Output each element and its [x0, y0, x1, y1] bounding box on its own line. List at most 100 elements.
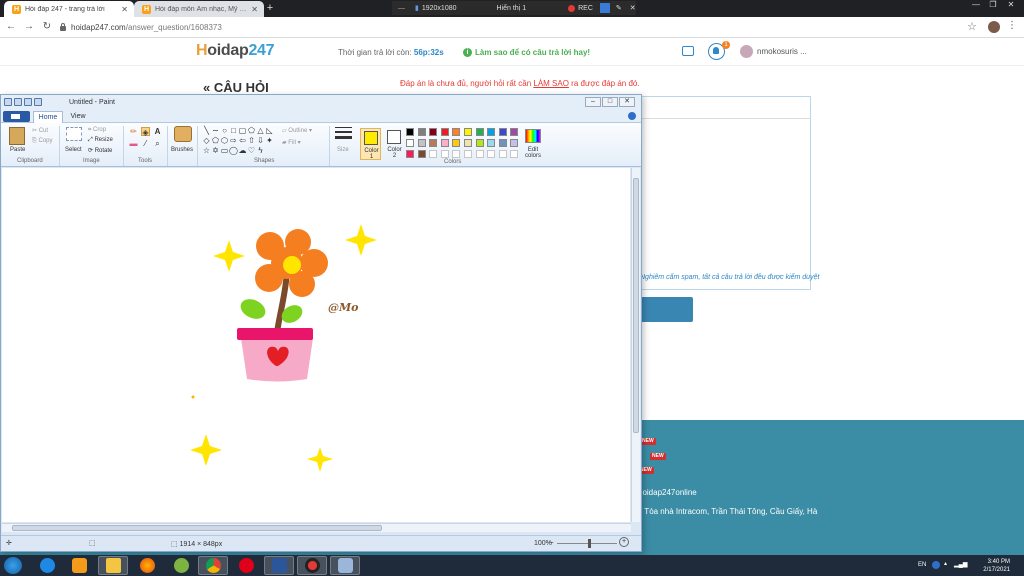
- color-swatch[interactable]: [440, 128, 449, 136]
- color-swatch[interactable]: [498, 139, 507, 147]
- taskbar-internet-explorer[interactable]: [32, 556, 62, 575]
- color-swatch[interactable]: [440, 139, 449, 147]
- five-point-star-icon[interactable]: ☆: [202, 146, 211, 155]
- magnifier-icon[interactable]: ⌕: [153, 139, 162, 148]
- four-point-star-icon[interactable]: ✦: [265, 136, 274, 145]
- fill-bucket-icon[interactable]: ◈: [141, 127, 150, 137]
- redo-icon[interactable]: [34, 98, 42, 106]
- forward-icon[interactable]: →: [22, 20, 36, 34]
- color-swatch[interactable]: [417, 128, 426, 136]
- color-swatch[interactable]: [406, 150, 414, 158]
- zoom-slider[interactable]: [557, 543, 617, 544]
- select-button[interactable]: Select: [65, 147, 82, 153]
- rectangle-shape-icon[interactable]: □: [229, 126, 238, 135]
- rounded-rect-shape-icon[interactable]: ▢: [238, 126, 247, 135]
- color1-selector[interactable]: Color 1: [360, 128, 381, 160]
- diamond-shape-icon[interactable]: ◇: [202, 136, 211, 145]
- zoom-in-icon[interactable]: +: [619, 537, 629, 547]
- color-swatch[interactable]: [498, 128, 507, 136]
- left-arrow-shape-icon[interactable]: ⇦: [238, 136, 247, 145]
- good-answer-tip-link[interactable]: i Làm sao để có câu trả lời hay!: [463, 48, 590, 57]
- brush-icon[interactable]: [174, 126, 192, 142]
- color-swatch[interactable]: [452, 128, 461, 136]
- maximize-icon[interactable]: □: [602, 97, 618, 107]
- size-button[interactable]: Size: [337, 147, 349, 153]
- color-picker-icon[interactable]: ⁄: [141, 139, 150, 148]
- recorder-resolution[interactable]: ▮ 1920x1080: [415, 4, 457, 13]
- network-icon[interactable]: ▂▄▆: [954, 561, 967, 568]
- hexagon-shape-icon[interactable]: ⬡: [220, 136, 229, 145]
- show-hidden-icons[interactable]: ▴: [944, 560, 947, 567]
- taskbar-opera[interactable]: [231, 556, 261, 575]
- color-swatch[interactable]: [498, 150, 507, 158]
- color-swatch[interactable]: [406, 128, 414, 136]
- right-arrow-shape-icon[interactable]: ⇨: [229, 136, 238, 145]
- menu-icon[interactable]: ⋮: [1007, 20, 1017, 31]
- start-button[interactable]: [4, 557, 22, 574]
- help-icon[interactable]: [628, 112, 636, 120]
- color-swatch[interactable]: [452, 150, 461, 158]
- brushes-button[interactable]: Brushes: [171, 147, 193, 153]
- pencil-icon[interactable]: ✏: [129, 127, 138, 136]
- edit-colors-icon[interactable]: [525, 129, 541, 143]
- color-swatch[interactable]: [487, 139, 496, 147]
- tab-view[interactable]: View: [65, 111, 91, 123]
- profile-avatar[interactable]: [988, 21, 1000, 33]
- tab-home[interactable]: Home: [33, 111, 63, 123]
- pentagon-shape-icon[interactable]: ⬠: [211, 136, 220, 145]
- color-swatch[interactable]: [510, 128, 519, 136]
- text-tool-icon[interactable]: A: [153, 127, 162, 136]
- drawing-canvas[interactable]: @Mo: [2, 168, 630, 522]
- right-triangle-shape-icon[interactable]: ◺: [265, 126, 274, 135]
- username[interactable]: nmokosuris ...: [757, 47, 807, 56]
- scroll-thumb[interactable]: [12, 525, 382, 531]
- up-arrow-shape-icon[interactable]: ⇧: [247, 136, 256, 145]
- taskbar-paint[interactable]: [330, 556, 360, 575]
- color-swatch[interactable]: [417, 150, 426, 158]
- close-window-icon[interactable]: ✕: [1003, 0, 1019, 11]
- triangle-shape-icon[interactable]: △: [256, 126, 265, 135]
- color-swatch[interactable]: [464, 139, 472, 147]
- canvas-vertical-scrollbar[interactable]: [631, 168, 640, 522]
- paint-file-menu-button[interactable]: [3, 111, 30, 122]
- question-heading[interactable]: « CÂU HỎI: [203, 80, 269, 95]
- tab-hoidap-answer[interactable]: H Hỏi đáp 247 - trang trả lời ✕: [4, 1, 134, 17]
- recorder-screen[interactable]: Hiển thị 1: [497, 5, 527, 12]
- canvas-horizontal-scrollbar[interactable]: [2, 523, 631, 532]
- user-avatar[interactable]: [740, 45, 753, 58]
- back-icon[interactable]: ←: [4, 20, 18, 34]
- chat-icon[interactable]: [682, 46, 694, 56]
- six-point-star-icon[interactable]: ✡: [211, 146, 220, 155]
- undo-icon[interactable]: [24, 98, 32, 106]
- paste-icon[interactable]: [9, 127, 25, 145]
- paint-window[interactable]: Untitled - Paint – □ ✕ Home View Paste ✂…: [0, 94, 642, 552]
- address-bar[interactable]: hoidap247.com/answer_question/1608373: [60, 19, 960, 36]
- color-swatch[interactable]: [510, 150, 519, 158]
- taskbar-firefox[interactable]: [132, 556, 162, 575]
- line-shape-icon[interactable]: ╲: [202, 126, 211, 135]
- taskbar-chrome[interactable]: [198, 556, 228, 575]
- clock[interactable]: 3:40 PM 2/17/2021: [983, 558, 1010, 574]
- color2-selector[interactable]: Color 2: [384, 128, 405, 160]
- close-icon[interactable]: ✕: [630, 4, 636, 12]
- paint-app-icon[interactable]: [4, 98, 12, 106]
- color-swatch[interactable]: [510, 139, 519, 147]
- close-icon[interactable]: ✕: [121, 5, 128, 14]
- minimize-icon[interactable]: –: [585, 97, 601, 107]
- resize-button[interactable]: ⤢ Resize: [88, 137, 113, 144]
- close-icon[interactable]: ✕: [251, 5, 258, 14]
- outline-dropdown[interactable]: ▱ Outline ▾: [282, 127, 312, 134]
- tab-hoidap-music[interactable]: H Hỏi đáp môn Âm nhạc, Mỹ thuật ✕: [134, 1, 264, 17]
- help-tray-icon[interactable]: [932, 561, 940, 569]
- crop-button[interactable]: ⌗ Crop: [88, 127, 106, 134]
- oval-shape-icon[interactable]: ○: [220, 126, 229, 135]
- minus-icon[interactable]: —: [398, 5, 405, 12]
- callout-oval-icon[interactable]: ◯: [229, 146, 238, 155]
- edit-colors-button[interactable]: Edit colors: [525, 147, 541, 159]
- color-swatch[interactable]: [429, 128, 438, 136]
- select-icon[interactable]: [66, 127, 82, 141]
- minimize-icon[interactable]: —: [968, 0, 984, 11]
- copy-button[interactable]: ⎘ Copy: [32, 138, 52, 145]
- language-indicator[interactable]: EN: [918, 562, 926, 568]
- reload-icon[interactable]: ↻: [40, 20, 54, 34]
